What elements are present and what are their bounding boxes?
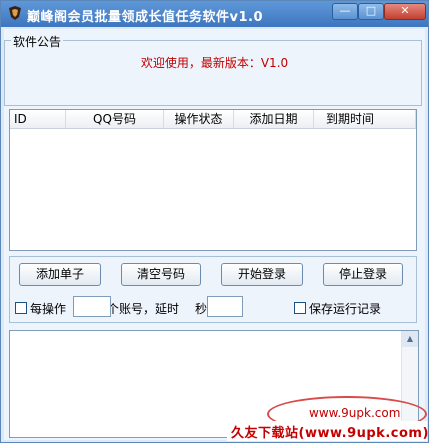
account-list[interactable]: ID QQ号码 操作状态 添加日期 到期时间	[9, 109, 417, 251]
watermark-site-text: 久友下载站(www.9upk.com)	[231, 426, 429, 441]
list-header: ID QQ号码 操作状态 添加日期 到期时间	[10, 110, 416, 129]
minimize-button[interactable]: —	[332, 3, 358, 20]
start-login-button[interactable]: 开始登录	[221, 263, 303, 286]
app-logo-icon	[9, 6, 21, 20]
close-button[interactable]: ✕	[384, 3, 426, 20]
app-window: 巅峰阁会员批量领成长值任务软件v1.0 — □ ✕ 软件公告 欢迎使用，最新版本…	[0, 0, 429, 443]
title-bar[interactable]: 巅峰阁会员批量领成长值任务软件v1.0 — □ ✕	[1, 1, 428, 27]
accounts-delay-label: 个账号，延时	[107, 302, 180, 316]
clear-numbers-button[interactable]: 清空号码	[121, 263, 201, 286]
add-order-button[interactable]: 添加单子	[19, 263, 101, 286]
column-expire-time[interactable]: 到期时间	[314, 110, 416, 128]
per-operation-checkbox[interactable]	[15, 302, 27, 314]
announcement-group-label: 软件公告	[11, 33, 64, 50]
per-operation-count-input[interactable]	[73, 296, 111, 317]
stop-login-button[interactable]: 停止登录	[323, 263, 403, 286]
column-status[interactable]: 操作状态	[164, 110, 234, 128]
save-log-checkbox[interactable]	[294, 302, 306, 314]
seconds-label: 秒	[195, 302, 208, 316]
delay-seconds-input[interactable]	[207, 296, 243, 317]
per-operation-label: 每操作	[30, 302, 67, 316]
save-log-label: 保存运行记录	[309, 302, 382, 316]
window-title: 巅峰阁会员批量领成长值任务软件v1.0	[27, 10, 264, 25]
announcement-group	[4, 40, 422, 106]
column-add-date[interactable]: 添加日期	[234, 110, 314, 128]
column-qq[interactable]: QQ号码	[66, 110, 164, 128]
watermark-url: www.9upk.com	[309, 406, 401, 420]
maximize-button[interactable]: □	[358, 3, 384, 20]
announcement-message: 欢迎使用，最新版本：V1.0	[140, 56, 289, 70]
scroll-up-arrow-icon[interactable]: ▲	[402, 331, 418, 347]
column-id[interactable]: ID	[10, 110, 66, 128]
